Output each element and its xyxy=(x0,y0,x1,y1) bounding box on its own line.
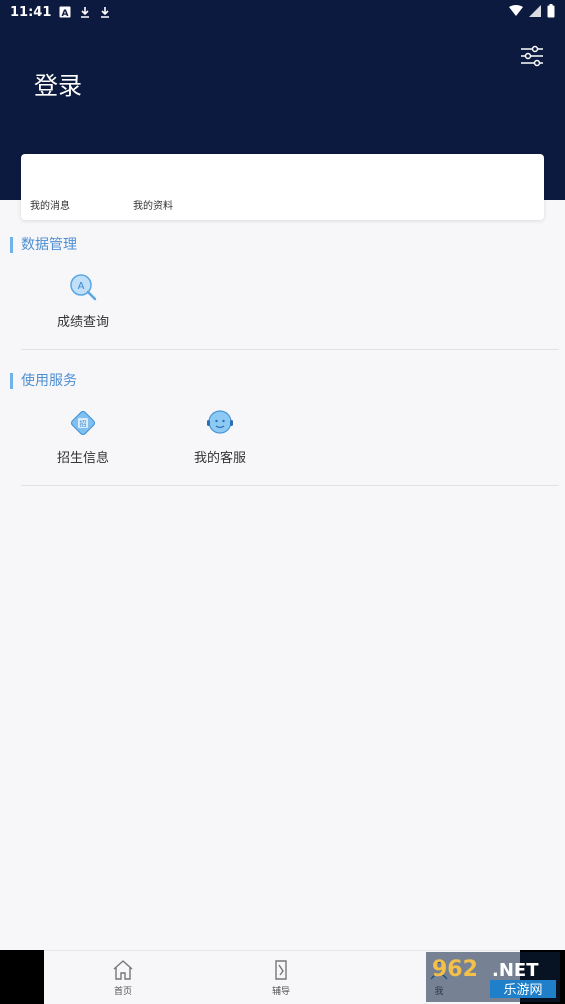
tutoring-icon xyxy=(275,960,287,980)
customer-service-icon xyxy=(207,410,233,434)
status-time: 11:41 xyxy=(10,4,52,20)
customer-service-button[interactable]: 我的客服 xyxy=(170,409,270,466)
svg-text:.NET: .NET xyxy=(492,960,539,981)
svg-text:A: A xyxy=(62,9,69,18)
wifi-icon xyxy=(509,5,523,16)
svg-text:乐游网: 乐游网 xyxy=(503,983,542,998)
notification-a-icon: A xyxy=(59,6,71,18)
nav-label-home: 首页 xyxy=(113,987,132,997)
svg-text:招: 招 xyxy=(80,419,87,428)
score-search-icon: A xyxy=(70,274,97,301)
customer-service-label: 我的客服 xyxy=(193,451,246,466)
profile-card: 我的消息 我的资料 xyxy=(21,154,544,220)
status-bar: 11:41 A xyxy=(0,0,565,24)
divider xyxy=(21,485,559,486)
score-search-button[interactable]: A 成绩查询 xyxy=(33,273,133,330)
my-messages-link[interactable]: 我的消息 xyxy=(30,197,70,212)
download-icon xyxy=(81,7,90,18)
nav-label-tutoring: 辅导 xyxy=(271,987,290,997)
signal-icon xyxy=(529,5,541,17)
settings-sliders-icon[interactable] xyxy=(519,44,545,68)
divider xyxy=(21,349,559,350)
section-title-data-management: 数据管理 xyxy=(10,237,77,253)
enrollment-info-label: 招生信息 xyxy=(56,451,109,466)
watermark-logo: 962 .NET 乐游网 xyxy=(426,952,560,1002)
svg-text:962: 962 xyxy=(432,957,478,982)
battery-icon xyxy=(547,4,555,18)
page-title[interactable]: 登录 xyxy=(34,66,82,101)
nav-item-home[interactable]: 首页 xyxy=(93,959,153,997)
section-title-services: 使用服务 xyxy=(10,373,77,389)
enrollment-info-icon: 招 xyxy=(70,410,96,436)
enrollment-info-button[interactable]: 招 招生信息 xyxy=(33,409,133,466)
nav-item-tutoring[interactable]: 辅导 xyxy=(251,959,311,997)
my-profile-link[interactable]: 我的资料 xyxy=(133,197,173,212)
download-icon xyxy=(101,7,110,18)
home-icon xyxy=(113,960,133,980)
score-search-label: 成绩查询 xyxy=(56,315,109,330)
nav-edge-left xyxy=(0,950,44,1004)
svg-text:A: A xyxy=(78,281,85,292)
